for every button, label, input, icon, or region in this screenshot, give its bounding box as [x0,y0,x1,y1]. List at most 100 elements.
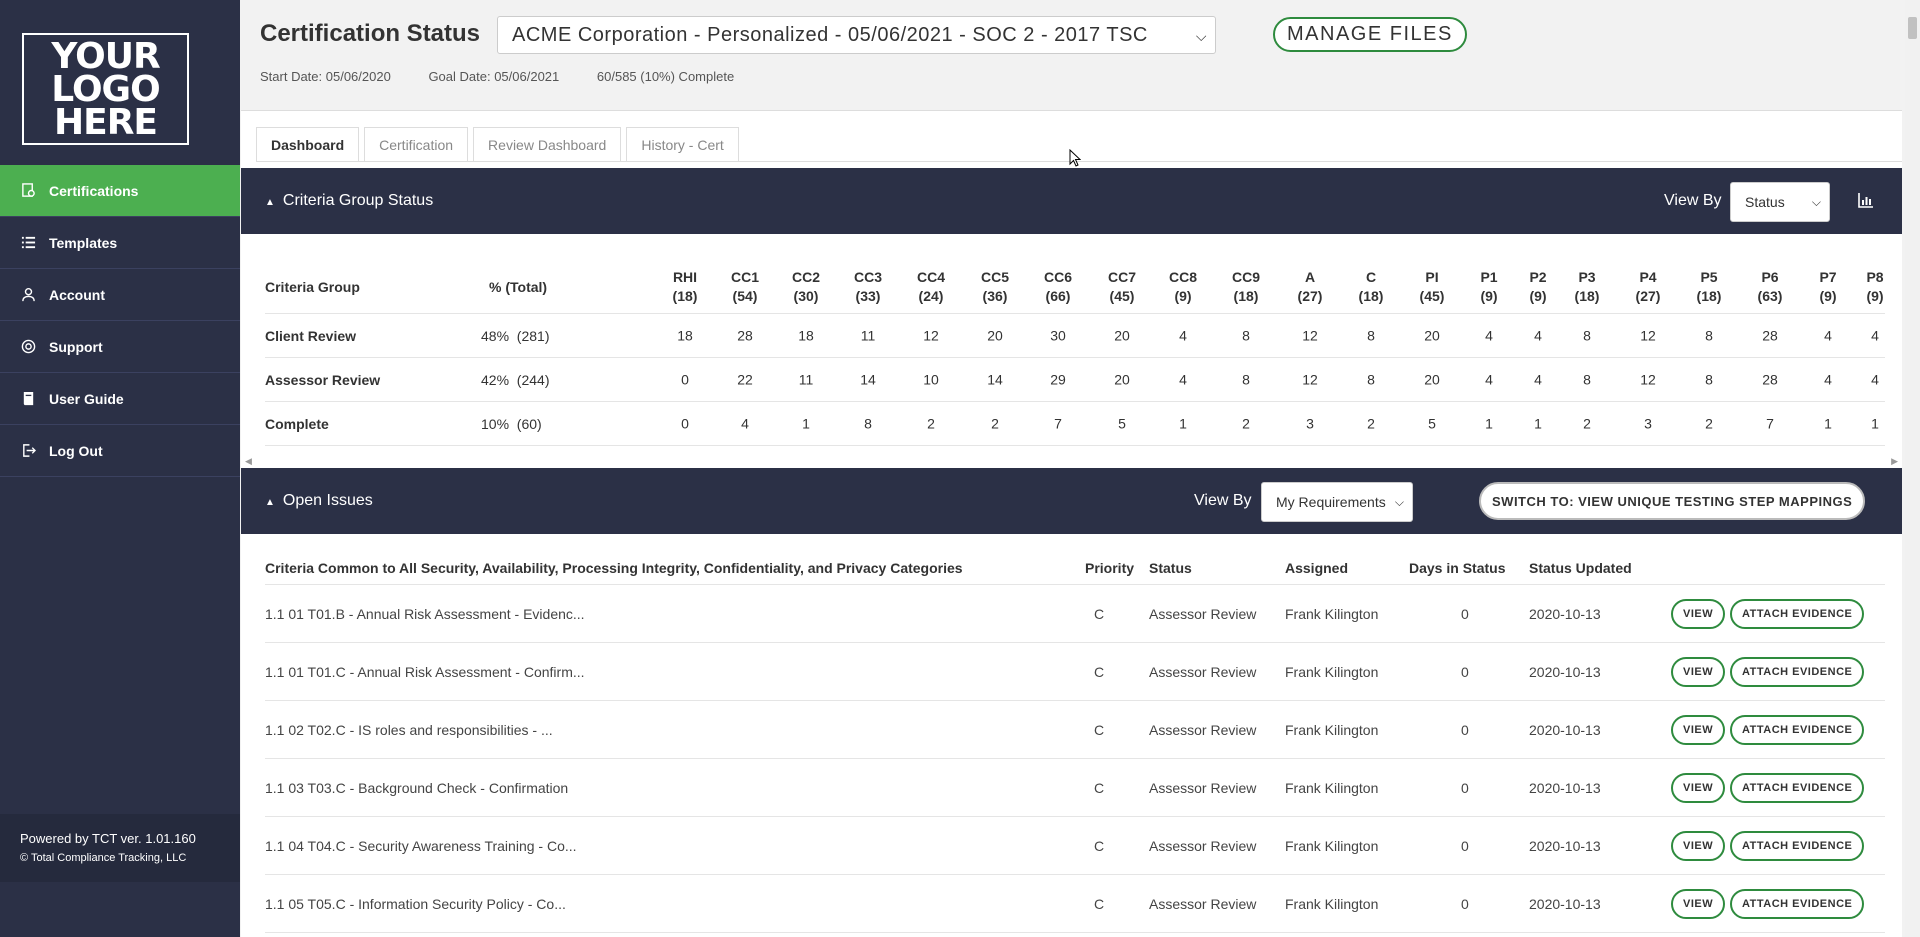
attach-evidence-button[interactable]: ATTACH EVIDENCE [1730,888,1865,919]
table-cell: 28 [737,327,753,343]
criteria-column-header: RHI (18) [660,268,710,306]
table-cell: 10 [923,371,939,387]
switch-view-button[interactable]: SWITCH TO: VIEW UNIQUE TESTING STEP MAPP… [1479,482,1866,520]
sidebar-item-account[interactable]: Account [0,269,240,321]
logo: YOUR LOGO HERE [22,33,189,145]
table-cell: 12 [1640,327,1656,343]
criteria-column-header: A (27) [1285,268,1335,306]
table-cell: 8 [1705,371,1713,387]
tab-dashboard[interactable]: Dashboard [256,127,360,161]
criteria-group-toggle[interactable]: ▲ Criteria Group Status [265,192,433,210]
table-cell: 14 [860,371,876,387]
criteria-view-by-select[interactable]: Status ⌵ [1730,182,1830,222]
version-text: Powered by TCT ver. 1.01.160 [20,831,196,846]
criteria-table-header: Criteria Group % (Total) RHI (18) CC1 (54) C… [265,261,1885,314]
table-cell: 8 [1705,327,1713,343]
manage-files-button[interactable]: MANAGE FILES [1273,17,1467,52]
column-count: (9) [1480,288,1498,304]
issue-priority: C [1094,779,1105,796]
sidebar-item-log-out[interactable]: Log Out [0,425,240,477]
days-column-header: Days in Status [1409,559,1506,576]
criteria-column-header: PI (45) [1407,268,1457,306]
sidebar-item-support[interactable]: Support [0,321,240,373]
issue-status: Assessor Review [1149,837,1257,854]
vertical-scrollbar[interactable] [1905,0,1920,937]
page-title: Certification Status [260,20,481,47]
table-cell: 7 [1766,415,1774,431]
table-cell: 4 [1179,371,1187,387]
criteria-group-column-header: Criteria Group [265,279,360,295]
certification-select[interactable]: ACME Corporation - Personalized - 05/06/… [497,16,1216,54]
column-name: P1 [1480,269,1498,285]
issue-days: 0 [1461,895,1469,912]
table-row: Assessor Review 42% (244) 0 22 11 14 10 14 29 20 4… [265,358,1885,402]
sidebar-nav: Certifications Templates Account Support… [0,165,240,477]
column-count: (18) [672,288,698,304]
scroll-right-icon[interactable]: ▶ [1891,456,1898,467]
issue-days: 0 [1461,605,1469,622]
table-cell: 12 [1302,371,1318,387]
tab-history-cert[interactable]: History - Cert [626,127,739,161]
lifebuoy-icon [20,339,36,355]
list-icon [20,235,36,251]
sidebar: YOUR LOGO HERE Certifications Templates … [0,0,240,937]
open-issues-toggle[interactable]: ▲ Open Issues [265,492,373,510]
tab-certification[interactable]: Certification [364,127,469,161]
column-name: CC4 [916,269,945,285]
column-count: (18) [1233,288,1259,304]
column-name: CC6 [1043,269,1072,285]
issue-updated: 2020-10-13 [1529,721,1601,738]
scrollbar-thumb[interactable] [1908,17,1917,39]
column-count: (54) [732,288,758,304]
issue-updated: 2020-10-13 [1529,895,1601,912]
sidebar-item-templates[interactable]: Templates [0,217,240,269]
attach-evidence-button[interactable]: ATTACH EVIDENCE [1730,830,1865,861]
column-name: CC8 [1168,269,1197,285]
view-button[interactable]: VIEW [1671,714,1726,745]
issue-status: Assessor Review [1149,721,1257,738]
table-cell: 8 [1583,371,1591,387]
chart-icon[interactable] [1858,192,1874,208]
criteria-column-header: CC1 (54) [720,268,770,306]
criteria-column-header: P2 (9) [1513,268,1563,306]
issue-assigned: Frank Kilington [1285,721,1379,738]
column-name: P3 [1578,269,1596,285]
column-count: (63) [1757,288,1783,304]
table-cell: 5 [1428,415,1436,431]
view-button[interactable]: VIEW [1671,888,1726,919]
table-cell: 1 [1871,415,1879,431]
table-cell: 8 [1242,327,1250,343]
table-cell: 4 [1871,371,1879,387]
sidebar-item-certifications[interactable]: Certifications [0,165,240,217]
issues-view-by-select[interactable]: My Requirements ⌵ [1261,482,1413,522]
view-button[interactable]: VIEW [1671,772,1726,803]
criteria-column-header: P8 (9) [1850,268,1900,306]
criteria-column-header: CC3 (33) [843,268,893,306]
issue-days: 0 [1461,779,1469,796]
attach-evidence-button[interactable]: ATTACH EVIDENCE [1730,598,1865,629]
view-button[interactable]: VIEW [1671,830,1726,861]
caret-up-icon: ▲ [265,497,275,508]
issue-status: Assessor Review [1149,779,1257,796]
section-title: Criteria Group Status [282,192,434,209]
attach-evidence-button[interactable]: ATTACH EVIDENCE [1730,714,1865,745]
view-by-label: View By [1664,192,1722,209]
column-count: (36) [982,288,1008,304]
attach-evidence-button[interactable]: ATTACH EVIDENCE [1730,772,1865,803]
table-cell: 8 [864,415,872,431]
sidebar-item-label: Account [49,286,105,303]
criteria-column-header: CC2 (30) [781,268,831,306]
scroll-left-icon[interactable]: ◀ [245,456,252,467]
sidebar-item-user-guide[interactable]: User Guide [0,373,240,425]
tab-review-dashboard[interactable]: Review Dashboard [473,127,622,161]
attach-evidence-button[interactable]: ATTACH EVIDENCE [1730,656,1865,687]
view-button[interactable]: VIEW [1671,598,1726,629]
column-count: (27) [1635,288,1661,304]
main-panel: Dashboard Certification Review Dashboard… [241,110,1902,937]
section-title: Open Issues [282,492,373,509]
column-name: P2 [1529,269,1547,285]
row-label: Complete [265,415,329,432]
table-cell: 20 [1424,371,1440,387]
view-button[interactable]: VIEW [1671,656,1726,687]
certification-meta: Start Date: 05/06/2020 Goal Date: 05/06/… [260,69,768,84]
